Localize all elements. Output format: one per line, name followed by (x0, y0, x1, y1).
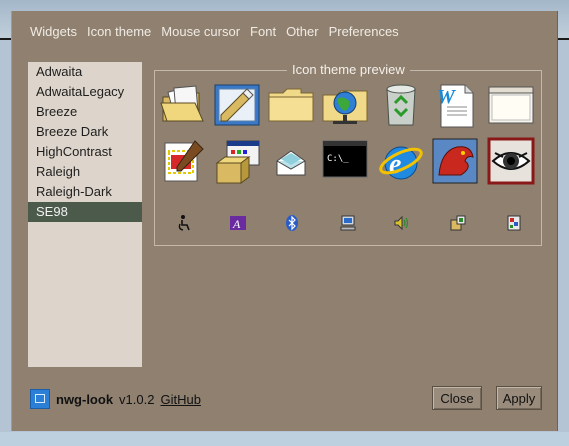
close-button[interactable]: Close (432, 386, 482, 410)
recycle-bin-icon (386, 84, 416, 126)
nwg-look-logo-icon (30, 389, 50, 409)
tab-bar: Widgets Icon theme Mouse cursor Font Oth… (30, 25, 409, 45)
folder-icon (268, 88, 314, 122)
accessibility-icon (178, 215, 190, 231)
image-editor-icon (164, 140, 204, 182)
app-name: nwg-look (56, 391, 114, 407)
theme-item-se98[interactable]: SE98 (28, 202, 142, 222)
tab-font[interactable]: Font (250, 25, 276, 45)
terminal-icon: C:\_ (322, 140, 368, 178)
tab-mouse-cursor[interactable]: Mouse cursor (161, 25, 240, 45)
desktop-background-bottom (0, 432, 569, 446)
install-package-icon (215, 140, 260, 184)
theme-item-adwaita[interactable]: Adwaita (28, 62, 142, 82)
preview-title: Icon theme preview (287, 63, 410, 77)
font-icon: A (230, 216, 246, 231)
dragon-app-icon (432, 138, 478, 184)
footer: nwg-look v1.0.2 GitHub (30, 387, 201, 411)
apply-button[interactable]: Apply (496, 386, 542, 410)
theme-item-raleigh[interactable]: Raleigh (28, 162, 142, 182)
word-document-icon: W (437, 84, 474, 128)
tab-preferences[interactable]: Preferences (329, 25, 399, 45)
github-link[interactable]: GitHub (160, 392, 200, 407)
theme-item-raleigh-dark[interactable]: Raleigh-Dark (28, 182, 142, 202)
window-icon (488, 86, 534, 124)
icon-theme-list: Adwaita AdwaitaLegacy Breeze Breeze Dark… (28, 62, 142, 367)
internet-explorer-icon: e (379, 146, 423, 180)
tab-other[interactable]: Other (286, 25, 319, 45)
tab-widgets[interactable]: Widgets (30, 25, 77, 45)
network-folder-icon (322, 90, 368, 124)
control-panel-icon (507, 215, 521, 231)
svg-text:W: W (437, 86, 456, 108)
theme-item-breeze-dark[interactable]: Breeze Dark (28, 122, 142, 142)
theme-item-highcontrast[interactable]: HighContrast (28, 142, 142, 162)
eye-icon (487, 137, 535, 185)
nwg-look-window: Widgets Icon theme Mouse cursor Font Oth… (11, 11, 558, 431)
settings-app-icon (450, 215, 466, 231)
icon-theme-preview: Icon theme preview W C:\_ e A (154, 63, 542, 246)
volume-icon (394, 215, 409, 231)
mail-icon (276, 150, 306, 176)
computer-icon (340, 215, 356, 231)
svg-text:A: A (232, 217, 241, 231)
theme-item-breeze[interactable]: Breeze (28, 102, 142, 122)
tab-icon-theme[interactable]: Icon theme (87, 25, 151, 45)
bluetooth-icon (286, 215, 298, 231)
folder-open-icon (160, 85, 204, 122)
svg-text:C:\_: C:\_ (327, 154, 349, 164)
app-version: v1.0.2 (119, 391, 155, 407)
theme-item-adwaitalegacy[interactable]: AdwaitaLegacy (28, 82, 142, 102)
folder-edit-icon (214, 84, 260, 126)
